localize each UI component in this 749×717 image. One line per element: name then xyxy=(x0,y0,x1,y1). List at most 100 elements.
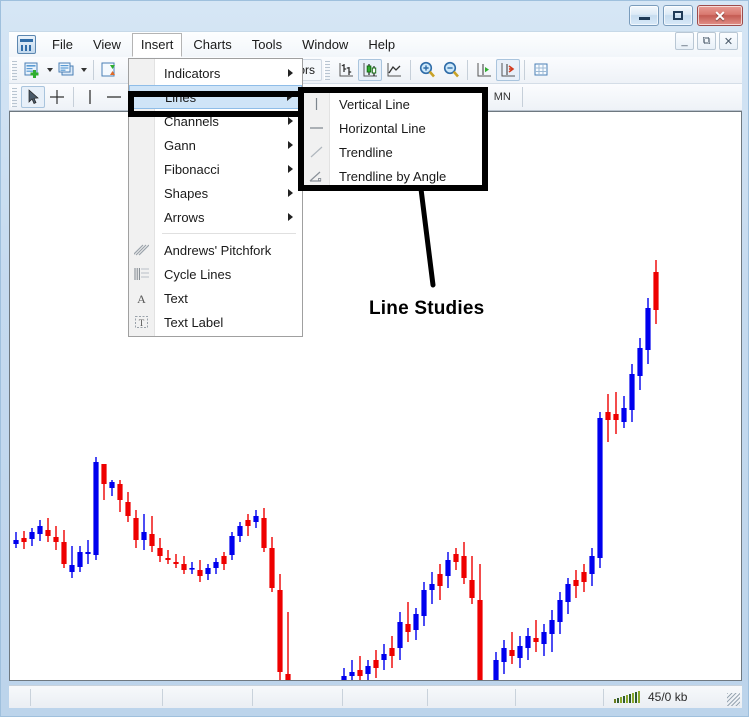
resize-grip[interactable] xyxy=(727,693,740,706)
new-chart-icon[interactable] xyxy=(21,59,45,81)
cycle-lines-icon xyxy=(133,266,150,282)
menu-label: Shapes xyxy=(164,185,209,201)
menu-label: Indicators xyxy=(164,65,221,81)
submenu-label: Trendline xyxy=(339,144,393,160)
chart-shift-icon[interactable] xyxy=(472,59,496,81)
menu-item-gann[interactable]: Gann xyxy=(129,133,302,157)
menu-item-file[interactable]: File xyxy=(43,33,82,57)
mdi-restore-button[interactable]: ⧉ xyxy=(697,32,716,50)
menu-item-andrews-pitchfork[interactable]: Andrews' Pitchfork xyxy=(129,238,302,262)
maximize-button[interactable] xyxy=(663,5,693,26)
status-cell-0 xyxy=(9,688,31,706)
vertical-line-tool-icon[interactable] xyxy=(78,86,102,108)
trendline-icon xyxy=(308,144,325,160)
app-logo-icon xyxy=(17,35,36,54)
menu-item-arrows[interactable]: Arrows xyxy=(129,205,302,229)
candlestick-chart[interactable] xyxy=(10,112,741,680)
chart-window[interactable] xyxy=(9,111,742,681)
menu-item-help[interactable]: Help xyxy=(359,33,404,57)
menu-item-shapes[interactable]: Shapes xyxy=(129,181,302,205)
status-cell-1 xyxy=(31,688,163,706)
menu-item-indicators[interactable]: Indicators xyxy=(129,61,302,85)
submenu-arrow-icon xyxy=(287,93,292,101)
svg-text:A: A xyxy=(137,292,146,305)
menu-item-charts[interactable]: Charts xyxy=(184,33,240,57)
menu-label: Lines xyxy=(165,89,197,105)
candlestick-chart-icon[interactable] xyxy=(358,59,383,81)
mdi-close-button[interactable]: ✕ xyxy=(719,32,738,50)
submenu-item-horizontal-line[interactable]: Horizontal Line xyxy=(304,116,484,140)
svg-text:T: T xyxy=(139,318,145,328)
crosshair-icon[interactable] xyxy=(45,86,69,108)
zoom-in-icon[interactable] xyxy=(415,59,439,81)
annotation-callout-label: Line Studies xyxy=(369,298,485,319)
status-cell-4 xyxy=(343,688,428,706)
menu-label: Fibonacci xyxy=(164,161,220,177)
menu-item-fibonacci[interactable]: Fibonacci xyxy=(129,157,302,181)
profiles-dropdown-caret[interactable] xyxy=(79,59,89,81)
close-button[interactable]: ✕ xyxy=(697,5,743,26)
menu-item-insert[interactable]: Insert xyxy=(131,32,183,57)
status-cell-2 xyxy=(163,688,253,706)
submenu-arrow-icon xyxy=(288,165,293,173)
menu-item-window[interactable]: Window xyxy=(293,33,357,57)
submenu-arrow-icon xyxy=(288,117,293,125)
auto-scroll-icon[interactable] xyxy=(496,59,521,81)
toolbar-separator xyxy=(93,60,94,80)
application-window: ✕ File View Insert Charts Tools Window H… xyxy=(0,0,749,717)
lines-submenu[interactable]: Vertical Line Horizontal Line Trendline … xyxy=(303,89,485,191)
zoom-out-icon[interactable] xyxy=(439,59,463,81)
menu-item-lines[interactable]: Lines xyxy=(129,85,302,109)
bar-chart-icon[interactable] xyxy=(334,59,358,81)
minimize-button[interactable] xyxy=(629,5,659,26)
status-cell-5 xyxy=(428,688,516,706)
mdi-window-controls: _ ⧉ ✕ xyxy=(675,32,738,50)
submenu-label: Horizontal Line xyxy=(339,120,426,136)
toolbar-grip-3[interactable] xyxy=(11,87,17,107)
minimize-icon xyxy=(638,17,650,20)
pitchfork-icon xyxy=(133,242,150,258)
standard-toolbar: w Order Expert Advisors xyxy=(9,57,742,84)
submenu-item-vertical-line[interactable]: Vertical Line xyxy=(304,92,484,116)
menu-separator xyxy=(162,233,296,234)
menu-label: Cycle Lines xyxy=(164,266,232,282)
menu-label: Arrows xyxy=(164,209,205,225)
menu-item-text[interactable]: A Text xyxy=(129,286,302,310)
status-cell-6 xyxy=(516,688,604,706)
mdi-minimize-button[interactable]: _ xyxy=(675,32,694,50)
horizontal-line-tool-icon[interactable] xyxy=(102,86,126,108)
toolbar-grip-2[interactable] xyxy=(324,60,331,80)
menu-item-cycle-lines[interactable]: Cycle Lines xyxy=(129,262,302,286)
menu-item-channels[interactable]: Channels xyxy=(129,109,302,133)
menu-label: Text xyxy=(164,290,188,306)
submenu-arrow-icon xyxy=(288,141,293,149)
horizontal-line-icon xyxy=(308,120,325,136)
menu-label: Gann xyxy=(164,137,196,153)
timeframe-mn[interactable]: MN xyxy=(487,87,518,107)
close-icon: ✕ xyxy=(714,7,726,24)
new-chart-dropdown-caret[interactable] xyxy=(45,59,55,81)
text-label-icon: T xyxy=(133,314,150,330)
insert-dropdown-menu[interactable]: Indicators Lines Channels Gann Fibonacci… xyxy=(128,58,303,337)
menu-label: Andrews' Pitchfork xyxy=(164,242,272,258)
toolbar-separator-4 xyxy=(524,60,526,80)
toolbar-separator-2 xyxy=(410,60,412,80)
status-traffic-label: 45/0 kb xyxy=(648,690,688,704)
status-cell-3 xyxy=(253,688,343,706)
menu-item-view[interactable]: View xyxy=(84,33,130,57)
cursor-icon[interactable] xyxy=(21,86,45,108)
status-bar: 45/0 kb xyxy=(9,685,742,708)
new-order-icon[interactable] xyxy=(98,59,122,81)
maximize-icon xyxy=(673,11,683,20)
menu-item-text-label[interactable]: T Text Label xyxy=(129,310,302,334)
submenu-item-trendline[interactable]: Trendline xyxy=(304,140,484,164)
grid-icon[interactable] xyxy=(529,59,553,81)
menu-label: Text Label xyxy=(164,314,224,330)
profiles-icon[interactable] xyxy=(55,59,79,81)
toolbar-grip[interactable] xyxy=(11,60,17,80)
vertical-line-icon xyxy=(308,96,325,112)
trendline-by-angle-icon xyxy=(308,168,325,184)
line-chart-icon[interactable] xyxy=(382,59,406,81)
network-signal-icon xyxy=(614,691,640,703)
menu-item-tools[interactable]: Tools xyxy=(243,33,291,57)
